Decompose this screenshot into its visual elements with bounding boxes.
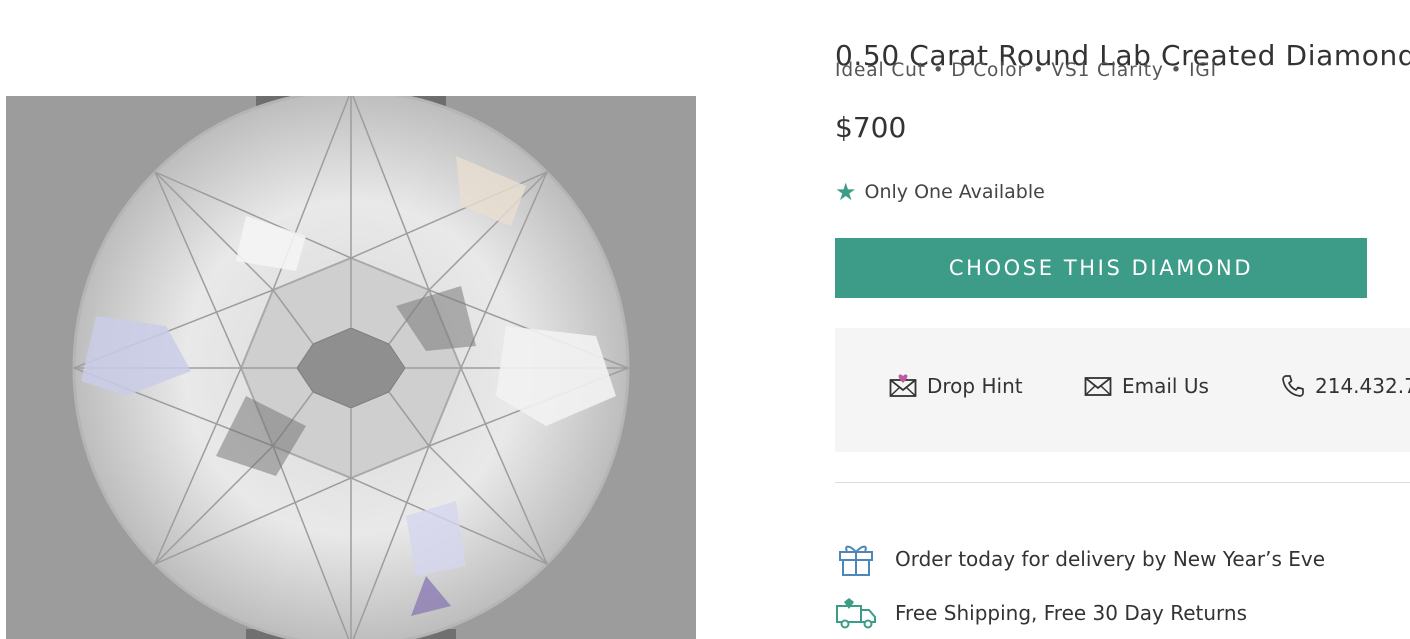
envelope-icon: [1084, 377, 1112, 396]
diamond-image: [6, 96, 696, 639]
product-details: 0.50 Carat Round Lab Created Diamond Ide…: [835, 0, 1410, 639]
availability-status: ★ Only One Available: [835, 180, 1045, 204]
diamond-illustration: [6, 96, 696, 639]
phone-number: 214.432.7: [1315, 374, 1410, 398]
choose-diamond-button[interactable]: CHOOSE THIS DIAMOND: [835, 238, 1367, 298]
shipping-text: Free Shipping, Free 30 Day Returns: [895, 601, 1248, 625]
email-us-label: Email Us: [1122, 374, 1209, 398]
phone-link[interactable]: 214.432.7: [1281, 374, 1410, 398]
email-us-link[interactable]: Email Us: [1084, 374, 1209, 398]
star-icon: ★: [835, 178, 857, 206]
shipping-perk: Free Shipping, Free 30 Day Returns: [835, 596, 1247, 630]
availability-label: Only One Available: [864, 181, 1045, 203]
drop-hint-link[interactable]: Drop Hint: [889, 374, 1023, 398]
delivery-text: Order today for delivery by New Year’s E…: [895, 547, 1326, 571]
product-price: $700: [835, 111, 907, 144]
divider: [835, 482, 1410, 483]
phone-icon: [1282, 375, 1304, 397]
gift-icon: [839, 545, 873, 576]
product-specs: Ideal Cut • D Color • VS1 Clarity • IGI: [835, 60, 1218, 81]
delivery-truck-icon: [836, 598, 876, 629]
envelope-heart-icon: [889, 374, 917, 397]
drop-hint-label: Drop Hint: [927, 374, 1023, 398]
contact-bar: Drop Hint Email Us 214.432.7: [835, 328, 1410, 452]
delivery-perk: Order today for delivery by New Year’s E…: [835, 542, 1325, 576]
